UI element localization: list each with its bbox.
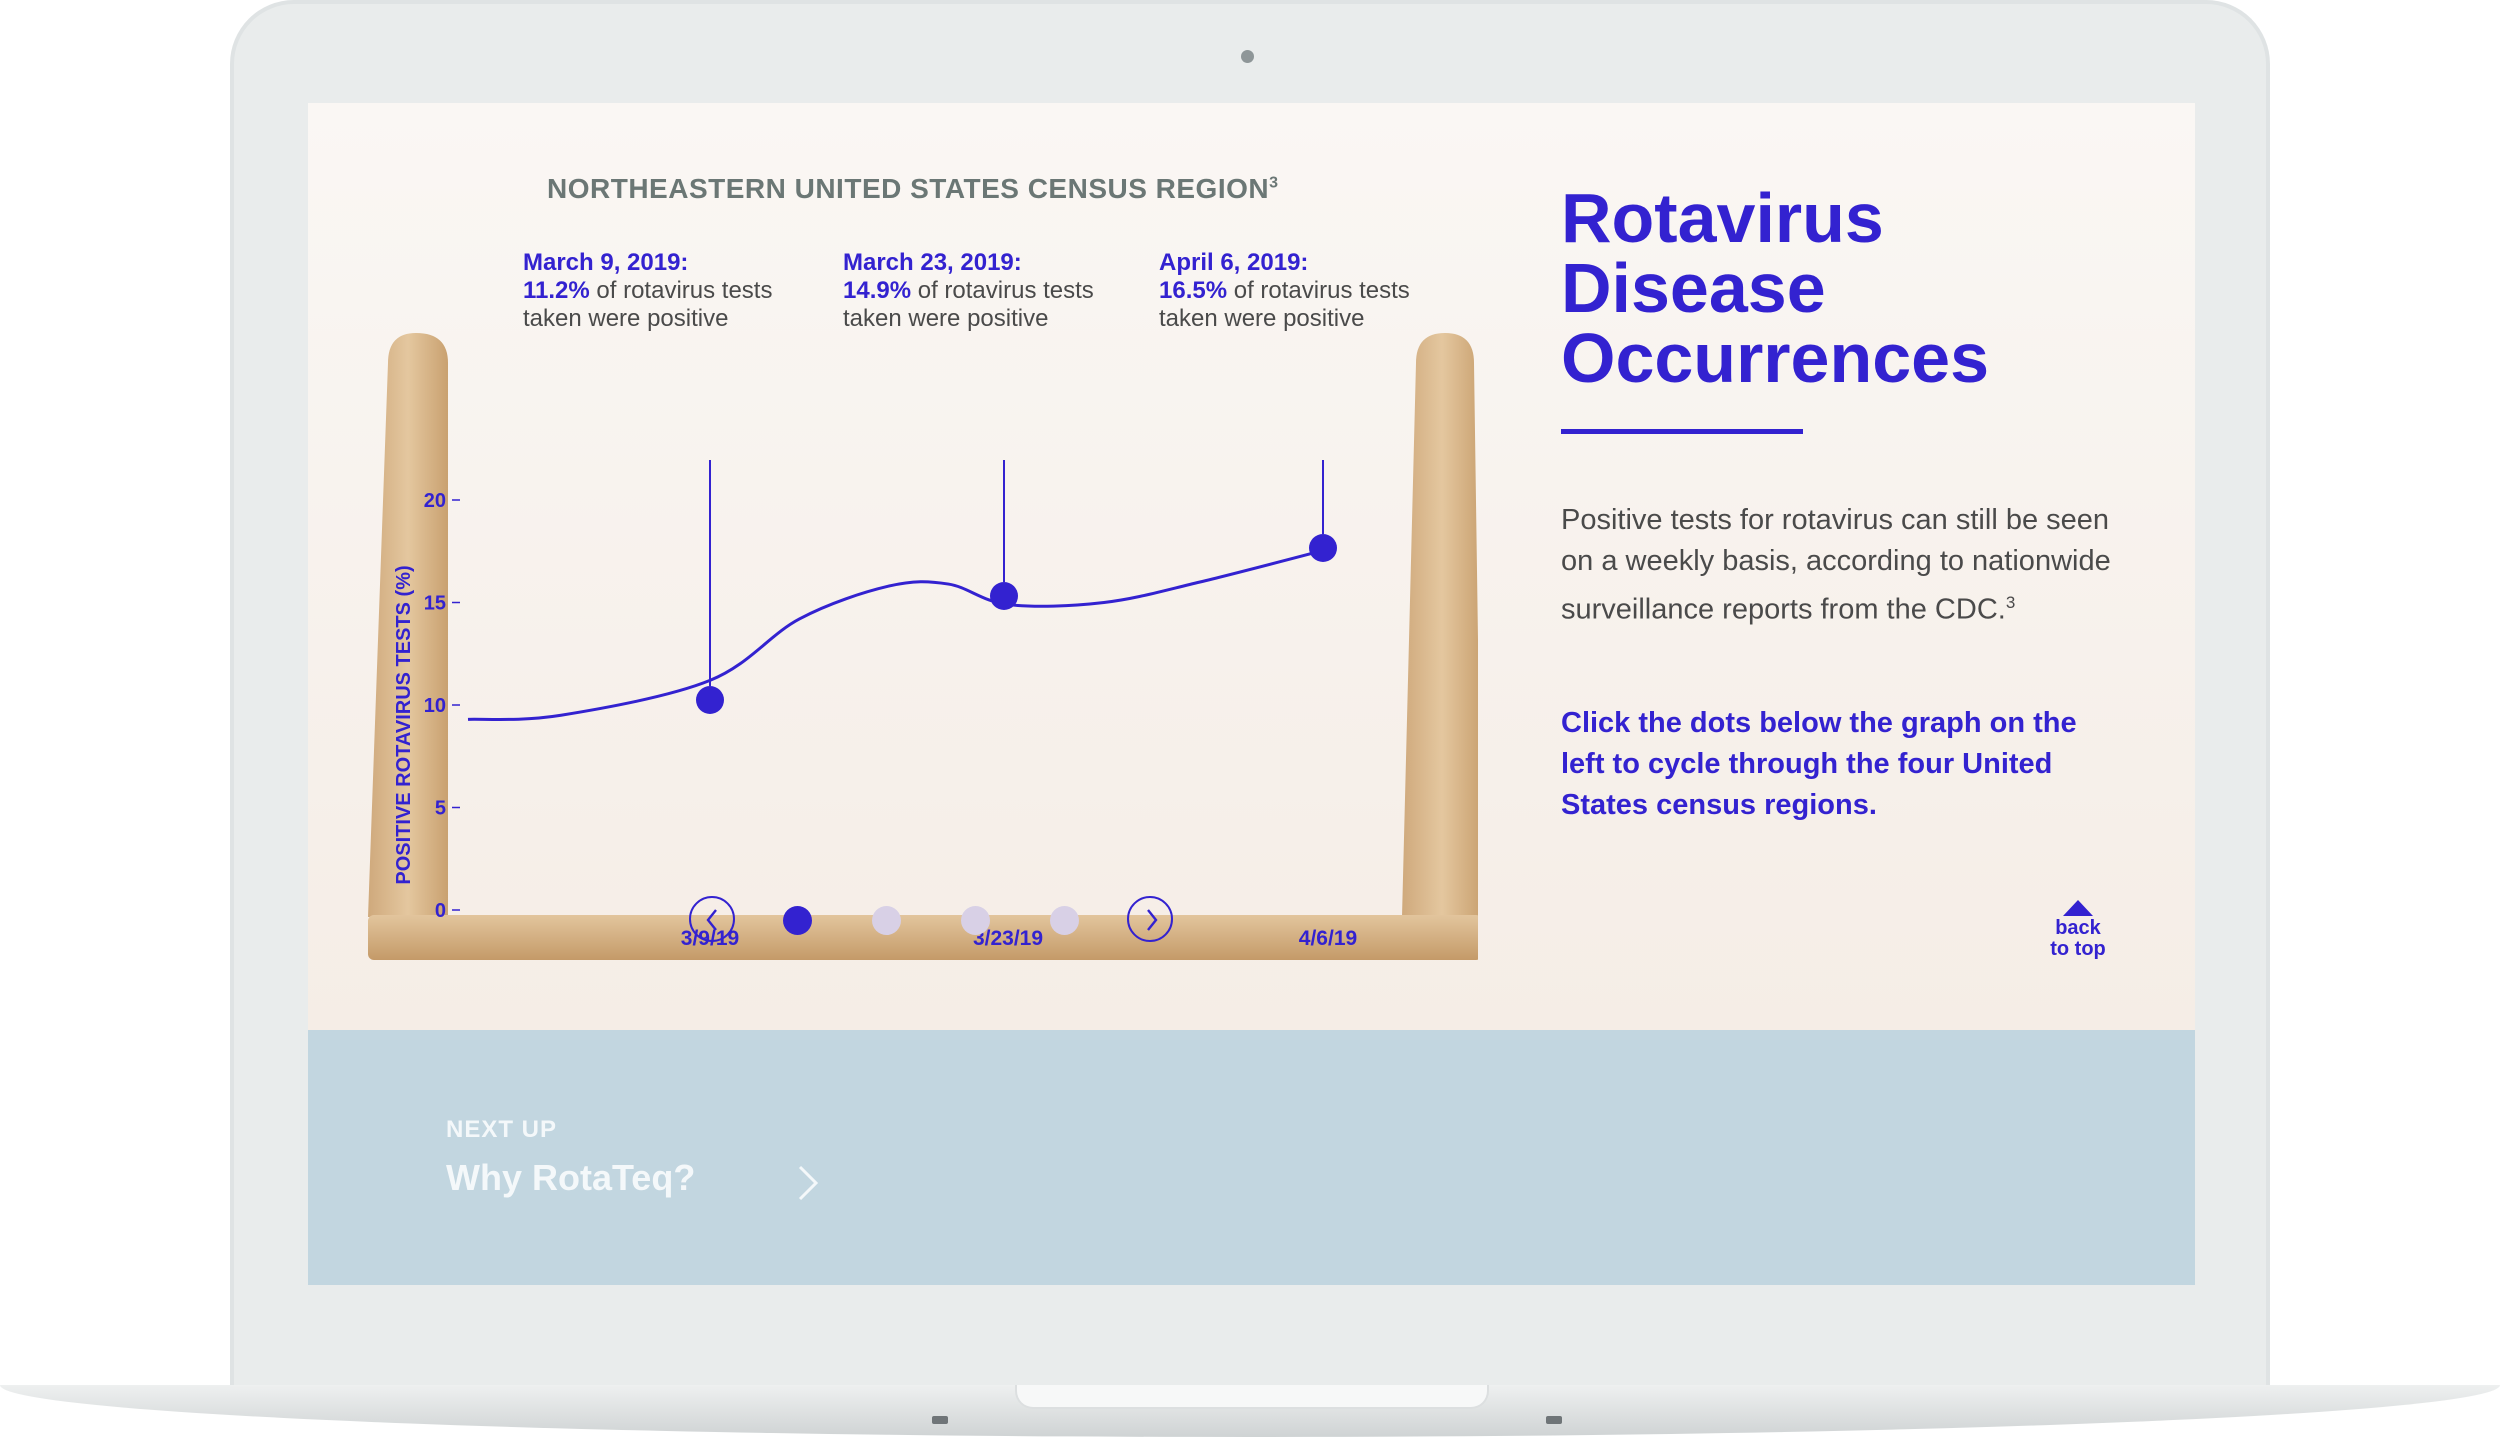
y-tick-label: 10 <box>424 695 446 717</box>
instruction-text: Click the dots below the graph on the le… <box>1561 707 2077 821</box>
x-tick-label: 4/6/19 <box>1299 927 1357 950</box>
prev-region-button[interactable] <box>689 896 735 942</box>
callout-1: March 9, 2019: 11.2% of rotavirus tests … <box>523 249 853 333</box>
screen: NORTHEASTERN UNITED STATES CENSUS REGION… <box>308 103 2195 1285</box>
series-line <box>467 547 1329 721</box>
next-region-button[interactable] <box>1127 896 1173 942</box>
back-to-top-button[interactable]: back to top <box>2033 900 2123 960</box>
chart-title: NORTHEASTERN UNITED STATES CENSUS REGION… <box>547 173 1279 204</box>
callout-3: April 6, 2019: 16.5% of rotavirus tests … <box>1159 249 1489 333</box>
region-dot-3[interactable] <box>961 906 990 935</box>
right-wood-stick <box>1402 333 1478 917</box>
y-tick-label: 20 <box>424 490 446 512</box>
region-dot-4[interactable] <box>1050 906 1079 935</box>
callout-percent: 14.9% <box>843 277 912 304</box>
data-point[interactable] <box>1309 534 1337 562</box>
data-point[interactable] <box>696 686 724 714</box>
callout-percent: 11.2% <box>523 277 590 304</box>
callout-2: March 23, 2019: 14.9% of rotavirus tests… <box>843 249 1173 333</box>
data-point[interactable] <box>990 582 1018 610</box>
content-section: NORTHEASTERN UNITED STATES CENSUS REGION… <box>308 103 2195 1030</box>
section-description: Positive tests for rotavirus can still b… <box>1561 504 2111 626</box>
region-dot-2[interactable] <box>872 906 901 935</box>
chevron-right-icon <box>1147 909 1158 931</box>
callout-date: April 6, 2019: <box>1159 249 1309 276</box>
next-up-link[interactable]: Why RotaTeq? <box>446 1157 695 1199</box>
y-axis-label: POSITIVE ROTAVIRUS TESTS (%) <box>393 565 415 884</box>
next-up-label: NEXT UP <box>446 1116 558 1143</box>
laptop-notch <box>1015 1385 1489 1409</box>
callout-percent: 16.5% <box>1159 277 1228 304</box>
chevron-left-icon <box>706 909 717 931</box>
y-tick-label: 0 <box>435 900 446 922</box>
title-underline <box>1561 429 1803 434</box>
chevron-right-icon[interactable] <box>796 1163 822 1203</box>
up-arrow-icon <box>2063 900 2093 916</box>
rotavirus-line-chart: 05101520POSITIVE ROTAVIRUS TESTS (%)3/9/… <box>368 333 1478 960</box>
laptop-foot-left <box>932 1416 948 1424</box>
webcam <box>1241 50 1254 63</box>
y-tick-label: 5 <box>435 798 446 820</box>
callout-date: March 23, 2019: <box>843 249 1022 276</box>
y-tick-label: 15 <box>424 593 446 615</box>
region-dot-1[interactable] <box>783 906 812 935</box>
region-carousel <box>689 896 1189 948</box>
section-title: Rotavirus Disease Occurrences <box>1561 179 1990 397</box>
laptop-foot-right <box>1546 1416 1562 1424</box>
callout-date: March 9, 2019: <box>523 249 689 276</box>
